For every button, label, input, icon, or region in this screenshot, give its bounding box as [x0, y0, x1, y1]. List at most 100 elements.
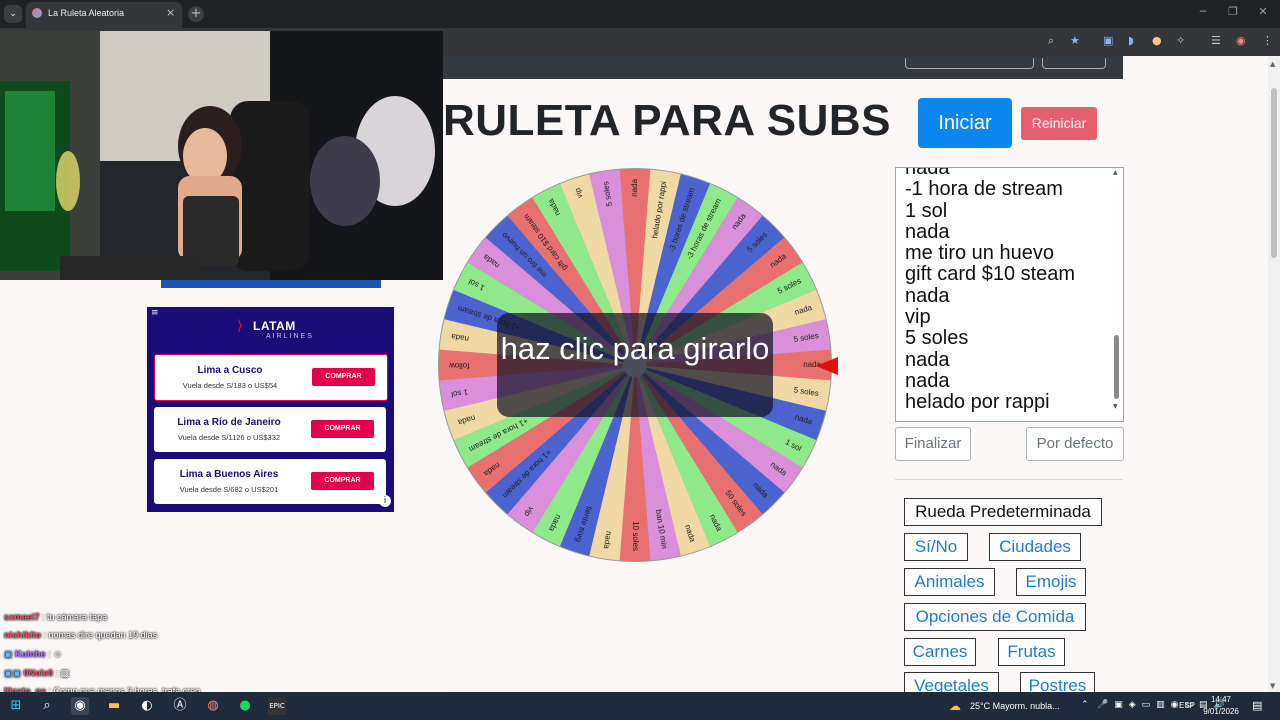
options-scrollbar-thumb[interactable] [1114, 335, 1119, 399]
preset-yes-no[interactable]: Sí/No [904, 533, 968, 561]
scroll-up-icon[interactable]: ▲ [1270, 60, 1275, 68]
start-icon[interactable]: ⊞ [7, 697, 25, 715]
emote-icon: ▩ [60, 668, 70, 678]
weather-icon[interactable]: ☁ [949, 699, 961, 713]
chat-message: nishikito : nomas dire quedan 19 dias [4, 630, 157, 640]
page-scrollbar-thumb[interactable] [1271, 88, 1277, 258]
search-icon[interactable]: ⌕ [38, 697, 56, 715]
tab-search-button[interactable]: ⌄ [4, 5, 22, 23]
preset-meats[interactable]: Carnes [904, 638, 976, 666]
wheel-pointer-icon [816, 357, 838, 375]
ad-destination: Lima a Buenos Aires [179, 469, 279, 480]
input-language[interactable]: ESP [1179, 701, 1195, 710]
media-control-icon[interactable]: ☰ [1211, 34, 1221, 47]
chrome-icon[interactable]: ◍ [204, 697, 222, 715]
app-icon[interactable]: ◐ [138, 697, 156, 715]
page-title: RULETA PARA SUBS [443, 96, 891, 145]
chat-text: : [55, 668, 59, 678]
weather-text[interactable]: 25°C Mayorm. nubla... [970, 701, 1060, 711]
notifications-icon[interactable]: ▤ [1252, 699, 1262, 712]
reset-button[interactable]: Reiniciar [1021, 107, 1097, 140]
preset-animals[interactable]: Animales [904, 568, 995, 596]
close-window-icon[interactable]: ✕ [1248, 5, 1278, 18]
option-item: gift card $10 steam [905, 263, 1076, 286]
options-textarea[interactable]: nada -1 hora de stream 1 sol nada me tiro un… [895, 167, 1124, 422]
navbar-button[interactable] [1042, 58, 1106, 69]
wheel-segment-label: nada [630, 178, 639, 196]
chat-message: ▣▣ 0Nole0 : ▩ [4, 668, 70, 678]
preset-food[interactable]: Opciones de Comida [904, 603, 1086, 631]
ad-buy-button[interactable]: COMPRAR [311, 420, 374, 438]
ad-menu-icon[interactable]: ≡ [151, 308, 159, 318]
zoom-icon[interactable]: ⌕ [1048, 34, 1054, 48]
ad-price: Vuela desde S/682 o US$201 [179, 485, 279, 494]
options-scroll-down-icon[interactable]: ▼ [1113, 403, 1118, 410]
minimize-icon[interactable]: ─ [1188, 5, 1218, 18]
maximize-icon[interactable]: ❐ [1218, 5, 1248, 18]
latam-logo-icon: ⟩ [237, 318, 243, 334]
new-tab-button[interactable]: + [188, 6, 204, 22]
tab-close-icon[interactable]: × [166, 6, 175, 19]
finish-button[interactable]: Finalizar [895, 427, 971, 461]
ad-destination: Lima a Cusco [197, 365, 263, 376]
ad-banner-strip[interactable] [161, 280, 381, 288]
wheel-segment-label: follow [449, 361, 470, 370]
translate-icon[interactable]: ▣ [1103, 34, 1113, 47]
extensions-puzzle-icon[interactable]: ✧ [1176, 34, 1185, 47]
options-list: nada -1 hora de stream 1 sol nada me tiro un… [905, 168, 1076, 414]
chat-user: 0Nole0 [23, 668, 54, 678]
ad-card[interactable]: Lima a Buenos Aires Vuela desde S/682 o … [154, 459, 386, 504]
ad-destination: Lima a Río de Janeiro [177, 417, 281, 428]
more-menu-icon[interactable]: ⋮ [1262, 34, 1273, 47]
chat-user: nishikito [4, 630, 42, 640]
ad-buy-button[interactable]: COMPRAR [312, 368, 375, 386]
preset-fruits[interactable]: Frutas [998, 638, 1065, 666]
navbar-button[interactable] [905, 58, 1034, 69]
site-favicon-icon [32, 8, 42, 18]
chat-text: : [48, 649, 51, 659]
ad-info-icon[interactable]: i [379, 495, 391, 507]
start-button[interactable]: Iniciar [918, 98, 1012, 148]
preset-emojis[interactable]: Emojis [1016, 568, 1086, 596]
wheel-segment-label: 10 soles [631, 521, 640, 551]
chat-message: ▣ Kuinhe : ☺ [4, 649, 63, 659]
options-scroll-up-icon[interactable]: ▲ [1113, 169, 1118, 176]
ad-card[interactable]: Lima a Río de Janeiro Vuela desde S/1126… [154, 407, 386, 452]
epic-games-icon[interactable]: EPIC [268, 697, 286, 715]
spotify-icon[interactable]: ● [236, 697, 254, 715]
option-item: nada [905, 369, 950, 392]
option-item: 1 sol [905, 199, 948, 222]
chat-user: Kuinhe [15, 649, 46, 659]
profile-avatar[interactable]: ◉ [1236, 34, 1246, 47]
preset-default-wheel[interactable]: Rueda Predeterminada [904, 498, 1102, 526]
emote-icon: ☺ [53, 649, 63, 659]
option-item: nada [905, 220, 950, 243]
ad-brand: LATAM [253, 319, 296, 333]
scroll-down-icon[interactable]: ▼ [1270, 682, 1275, 690]
chat-text: : nomas dire quedan 19 dias [43, 630, 158, 640]
obs-icon[interactable]: ◉ [71, 697, 89, 715]
extension-icon[interactable]: ● [1152, 34, 1162, 47]
clock-time[interactable]: 14:47 [1203, 695, 1239, 704]
preset-cities[interactable]: Ciudades [989, 533, 1081, 561]
clock-date[interactable]: 9/01/2026 [1201, 707, 1241, 716]
chat-message: sxmael7 : tu cámara tapa [4, 612, 107, 622]
option-item: nada [905, 348, 950, 371]
audio-icon[interactable]: ◗ [1128, 34, 1134, 47]
chat-text: : tu cámara tapa [42, 612, 108, 622]
tab-title: La Ruleta Aleatoria [48, 8, 125, 18]
file-explorer-icon[interactable]: ▬ [105, 697, 123, 715]
chat-user: sxmael7 [4, 612, 40, 622]
option-item: nada [905, 284, 950, 307]
default-button[interactable]: Por defecto [1026, 427, 1124, 461]
divider [895, 479, 1123, 480]
option-item: helado por rappi [905, 391, 1050, 414]
ad-price: Vuela desde S/1126 o US$332 [177, 433, 281, 442]
ad-card[interactable]: Lima a Cusco Vuela desde S/183 o US$54 C… [154, 354, 388, 401]
tray-chevron-icon[interactable]: ⌃ [1081, 700, 1089, 710]
bookmark-star-icon[interactable]: ★ [1070, 34, 1080, 47]
option-item: vip [905, 306, 931, 329]
app-icon[interactable]: Ⓐ [171, 697, 189, 715]
spin-prompt[interactable]: haz clic para girarlo [497, 330, 773, 367]
ad-buy-button[interactable]: COMPRAR [311, 472, 374, 490]
